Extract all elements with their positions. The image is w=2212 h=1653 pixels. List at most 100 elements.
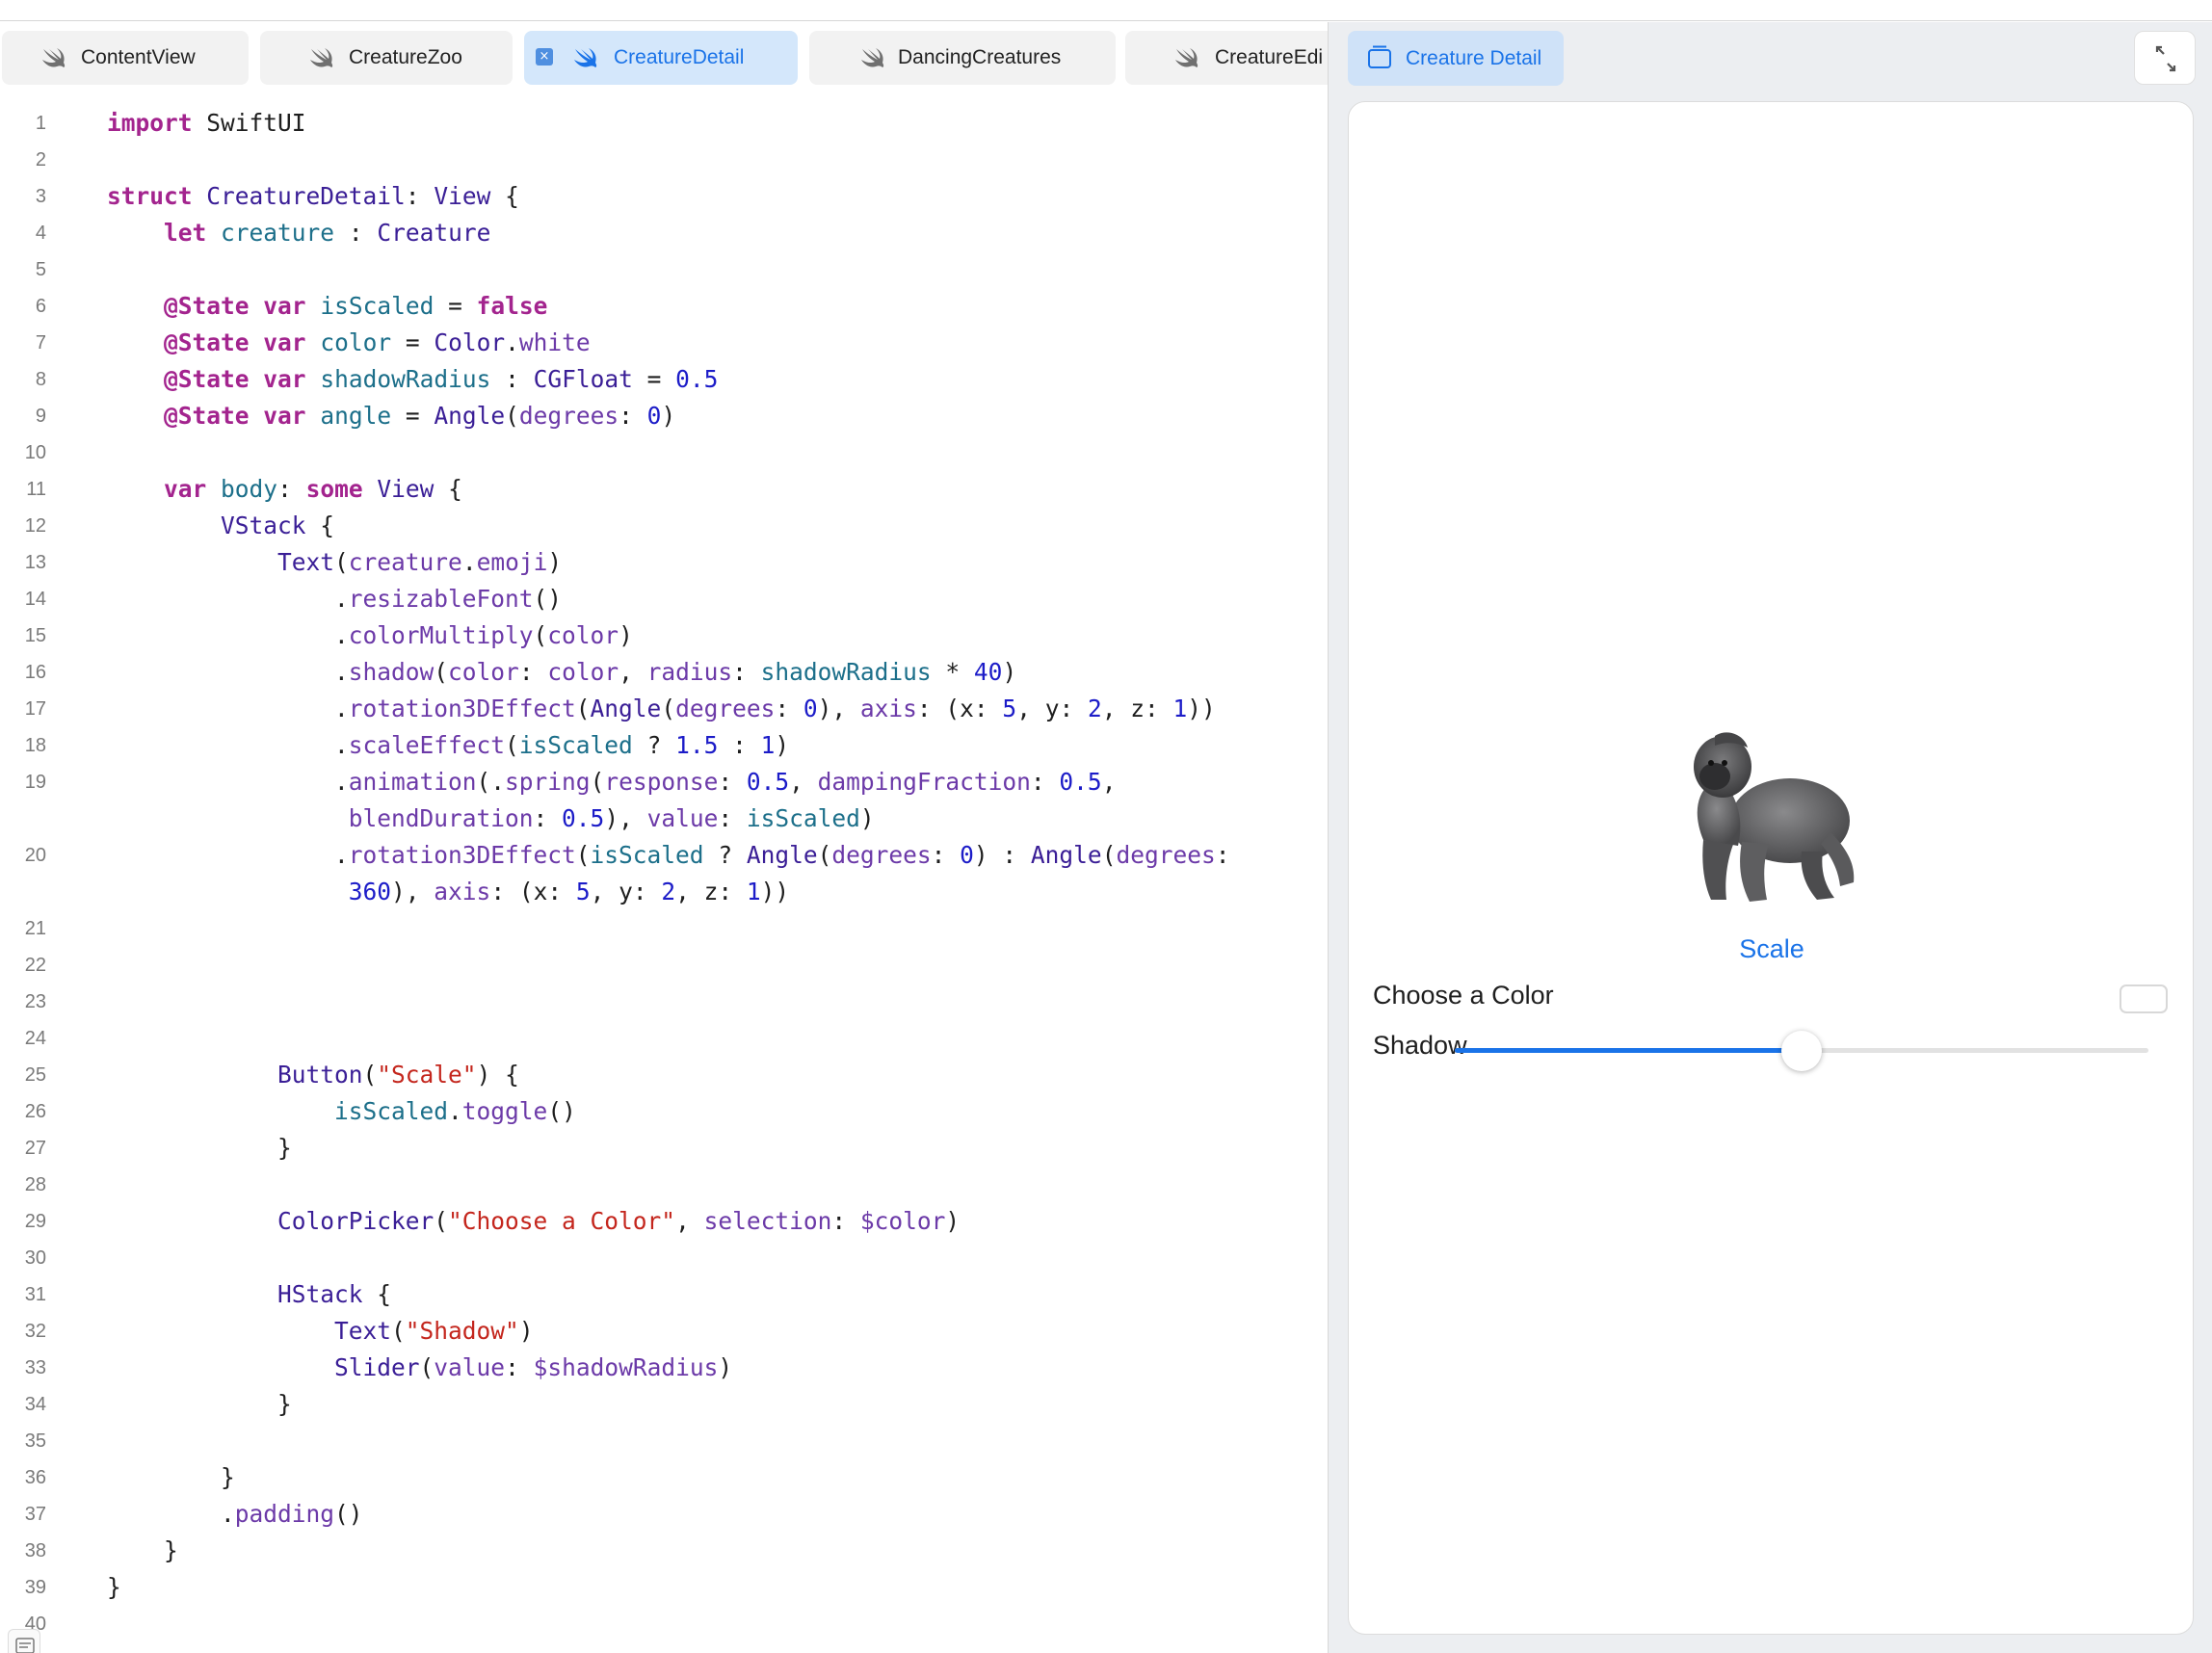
code-text: } [107, 1569, 121, 1606]
code-line[interactable]: 20 .rotation3DEffect(isScaled ? Angle(de… [0, 837, 1328, 874]
code-token: : [518, 658, 548, 686]
code-line[interactable]: 37 .padding() [0, 1496, 1328, 1533]
code-token: 0.5 [562, 804, 605, 832]
code-line[interactable]: 28 [0, 1167, 1328, 1203]
code-token: . [107, 658, 349, 686]
close-tab-icon[interactable]: × [536, 48, 553, 66]
code-token: 360 [348, 878, 392, 905]
code-token: ( [334, 548, 349, 576]
code-text: VStack { [107, 508, 334, 544]
code-token: () [547, 1097, 576, 1125]
code-token: : [931, 841, 961, 869]
line-number: 3 [35, 186, 46, 207]
code-line[interactable]: 40 [0, 1606, 1328, 1642]
code-line[interactable]: 11 var body: some View { [0, 471, 1328, 508]
tab-preview-creature-detail[interactable]: Creature Detail [1348, 31, 1564, 86]
color-picker-well[interactable] [2120, 984, 2168, 1013]
shadow-slider[interactable] [1455, 1029, 2148, 1071]
code-line[interactable]: 1 import SwiftUI [0, 105, 1328, 142]
code-token: . [107, 731, 349, 759]
code-line[interactable]: 18 .scaleEffect(isScaled ? 1.5 : 1) [0, 727, 1328, 764]
code-line[interactable]: 12 VStack { [0, 508, 1328, 544]
code-token: : [718, 804, 747, 832]
code-line[interactable]: 3 struct CreatureDetail: View { [0, 178, 1328, 215]
code-token: , z: [675, 878, 747, 905]
code-token: 0.5 [675, 365, 719, 393]
code-line[interactable]: 27 } [0, 1130, 1328, 1167]
code-line[interactable]: 16 .shadow(color: color, radius: shadowR… [0, 654, 1328, 691]
line-number: 29 [24, 1211, 46, 1232]
shadow-label: Shadow [1373, 1031, 1467, 1060]
code-line[interactable]: 2 [0, 142, 1328, 178]
tab-creaturedetail[interactable]: × CreatureDetail [524, 31, 798, 85]
code-token: ? [632, 731, 676, 759]
code-text: Text("Shadow") [107, 1313, 534, 1350]
code-token: CGFloat [533, 365, 633, 393]
code-line[interactable]: 35 [0, 1423, 1328, 1459]
code-line[interactable]: 14 .resizableFont() [0, 581, 1328, 617]
code-line[interactable]: 9 @State var angle = Angle(degrees: 0) [0, 398, 1328, 434]
code-line[interactable]: 31 HStack { [0, 1276, 1328, 1313]
code-token: rotation3DEffect [348, 841, 576, 869]
tab-label: CreatureZoo [349, 46, 462, 68]
code-token: Slider [334, 1353, 420, 1381]
code-line[interactable]: 21 [0, 910, 1328, 947]
code-text: } [107, 1386, 292, 1423]
code-line[interactable]: 25 Button("Scale") { [0, 1057, 1328, 1093]
code-line[interactable]: 5 [0, 251, 1328, 288]
expand-button[interactable] [2134, 31, 2196, 85]
code-line[interactable]: 13 Text(creature.emoji) [0, 544, 1328, 581]
code-line[interactable]: 39} [0, 1569, 1328, 1606]
code-line[interactable]: 38 } [0, 1533, 1328, 1569]
line-number: 5 [35, 259, 46, 280]
code-line[interactable]: blendDuration: 0.5), value: isScaled) [0, 800, 1328, 837]
code-token: white [518, 328, 591, 356]
code-token: var [164, 475, 207, 503]
slider-thumb[interactable] [1781, 1031, 1822, 1071]
code-token: View [434, 182, 491, 210]
code-text: } [107, 1533, 178, 1569]
tab-dancingcreatures[interactable]: DancingCreatures [809, 31, 1116, 85]
code-line[interactable]: 15 .colorMultiply(color) [0, 617, 1328, 654]
code-line[interactable]: 10 [0, 434, 1328, 471]
code-line[interactable]: 19 .animation(.spring(response: 0.5, dam… [0, 764, 1328, 800]
code-token: (. [476, 768, 506, 796]
code-token: degrees [1116, 841, 1216, 869]
code-token: . [107, 1500, 235, 1528]
code-line[interactable]: 30 [0, 1240, 1328, 1276]
console-toggle-icon[interactable] [8, 1629, 40, 1653]
code-line[interactable]: 32 Text("Shadow") [0, 1313, 1328, 1350]
code-line[interactable]: 8 @State var shadowRadius : CGFloat = 0.… [0, 361, 1328, 398]
code-token: ( [505, 731, 519, 759]
code-text: @State var angle = Angle(degrees: 0) [107, 398, 675, 434]
scale-button[interactable]: Scale [1349, 934, 2195, 964]
code-line[interactable]: 26 isScaled.toggle() [0, 1093, 1328, 1130]
code-token: , [675, 1207, 704, 1235]
code-line[interactable]: 360), axis: (x: 5, y: 2, z: 1)) [0, 874, 1328, 910]
line-number: 35 [24, 1430, 46, 1452]
code-line[interactable]: 22 [0, 947, 1328, 984]
code-line[interactable]: 29 ColorPicker("Choose a Color", selecti… [0, 1203, 1328, 1240]
code-line[interactable]: 33 Slider(value: $shadowRadius) [0, 1350, 1328, 1386]
code-token: padding [234, 1500, 335, 1528]
code-token: $shadowRadius [533, 1353, 719, 1381]
code-token: * [931, 658, 974, 686]
code-line[interactable]: 17 .rotation3DEffect(Angle(degrees: 0), … [0, 691, 1328, 727]
tab-creaturezoo[interactable]: CreatureZoo [260, 31, 513, 85]
code-line[interactable]: 6 @State var isScaled = false [0, 288, 1328, 325]
code-line[interactable]: 23 [0, 984, 1328, 1020]
code-line[interactable]: 24 [0, 1020, 1328, 1057]
code-text: .scaleEffect(isScaled ? 1.5 : 1) [107, 727, 789, 764]
tab-creatureeditor[interactable]: CreatureEdi [1125, 31, 1328, 85]
code-line[interactable]: 7 @State var color = Color.white [0, 325, 1328, 361]
tab-contentview[interactable]: ContentView [2, 31, 249, 85]
code-token: rotation3DEffect [348, 695, 576, 722]
code-line[interactable]: 36 } [0, 1459, 1328, 1496]
code-token: () [533, 585, 563, 613]
code-text: blendDuration: 0.5), value: isScaled) [107, 800, 875, 837]
code-line[interactable]: 4 let creature : Creature [0, 215, 1328, 251]
code-editor[interactable]: ContentView CreatureZoo × CreatureDetail… [0, 22, 1328, 1653]
code-line[interactable]: 34 } [0, 1386, 1328, 1423]
